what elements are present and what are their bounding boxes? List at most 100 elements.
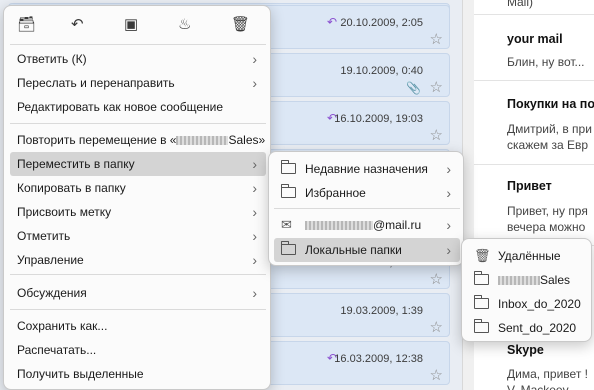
menu-item-label: Присвоить метку bbox=[17, 205, 112, 219]
repeat-move-prefix: Повторить перемещение в « bbox=[17, 133, 177, 147]
context-menu: 🗃 ↶ ▣ ♨ 🗑 Ответить (К) › Переслать и пер… bbox=[3, 5, 271, 390]
submenu-item-account[interactable]: ✉ @mail.ru › bbox=[274, 213, 460, 237]
folder-item-sent[interactable]: Sent_do_2020 bbox=[467, 316, 588, 340]
chevron-right-icon: › bbox=[252, 180, 257, 196]
menu-item-label: Управление bbox=[17, 253, 84, 267]
trash-icon[interactable]: 🗑 bbox=[231, 15, 250, 33]
folder-item-label: Inbox_do_2020 bbox=[498, 297, 581, 311]
folder-icon bbox=[281, 238, 296, 262]
folder-name-suffix: Sales bbox=[540, 273, 571, 287]
move-to-submenu: Недавние назначения › Избранное › ✉ @mai… bbox=[268, 151, 464, 266]
conversation-item[interactable]: Покупки на по Дмитрий, в при скажем за Е… bbox=[474, 81, 594, 165]
menu-item-label: Ответить (К) bbox=[17, 52, 87, 66]
conversation-item[interactable]: Mail) bbox=[474, 0, 594, 15]
menu-item-label: Обсуждения bbox=[17, 286, 87, 300]
menu-item-move-to[interactable]: Переместить в папку › bbox=[10, 152, 266, 176]
repeat-move-suffix: Sales» bbox=[228, 133, 266, 147]
submenu-item-favorites[interactable]: Избранное › bbox=[274, 181, 460, 205]
folder-item-deleted[interactable]: 🗑 Удалённые bbox=[467, 244, 588, 268]
menu-item-get-selected[interactable]: Получить выделенные bbox=[10, 362, 266, 386]
folder-icon bbox=[281, 181, 296, 205]
submenu-item-label: Недавние назначения bbox=[305, 162, 428, 176]
local-folders-submenu: 🗑 Удалённые Sales Inbox_do_2020 Sent_do_… bbox=[461, 238, 592, 342]
menu-item-print[interactable]: Распечатать... bbox=[10, 338, 266, 362]
folder-item-sales[interactable]: Sales bbox=[467, 268, 588, 292]
redacted-text bbox=[305, 221, 373, 231]
menu-item-manage[interactable]: Управление › bbox=[10, 248, 266, 272]
chevron-right-icon: › bbox=[252, 285, 257, 301]
conversation-title: Привет bbox=[507, 179, 552, 193]
archive-box-icon[interactable]: ▣ bbox=[124, 15, 138, 33]
conversation-snippet: Привет, ну пря bbox=[507, 204, 588, 218]
menu-item-forward[interactable]: Переслать и перенаправить › bbox=[10, 71, 266, 95]
attachment-icon: 📎 bbox=[406, 81, 421, 95]
menu-item-tag[interactable]: Присвоить метку › bbox=[10, 200, 266, 224]
conversation-title: Покупки на по bbox=[507, 97, 594, 111]
mail-account-icon: ✉ bbox=[281, 217, 292, 232]
replied-icon: ↶ bbox=[326, 15, 337, 29]
junk-icon[interactable]: ♨ bbox=[178, 15, 191, 33]
conversation-item[interactable]: your mail Блин, ну вот... bbox=[474, 15, 594, 81]
menu-item-label: Повторить перемещение в « Sales» bbox=[17, 128, 265, 152]
star-icon[interactable]: ☆ bbox=[430, 366, 443, 384]
conversation-title: Skype bbox=[507, 343, 544, 357]
chevron-right-icon: › bbox=[252, 228, 257, 244]
menu-item-label: Получить выделенные bbox=[17, 367, 144, 381]
chevron-right-icon: › bbox=[446, 242, 451, 258]
submenu-item-label: @mail.ru bbox=[305, 213, 421, 237]
menu-item-label: Сохранить как... bbox=[17, 319, 108, 333]
star-icon[interactable]: ☆ bbox=[430, 270, 443, 288]
conversation-item[interactable]: Привет Привет, ну пря вечера можно bbox=[474, 165, 594, 246]
message-date: 16.03.2009, 12:38 bbox=[334, 353, 423, 365]
message-date: 20.10.2009, 2:05 bbox=[340, 17, 423, 29]
submenu-item-local-folders[interactable]: Локальные папки › bbox=[274, 238, 460, 262]
star-icon[interactable]: ☆ bbox=[430, 78, 443, 96]
conversation-snippet: вечера можно bbox=[507, 220, 586, 234]
folder-icon bbox=[474, 292, 489, 316]
menu-item-copy-to[interactable]: Копировать в папку › bbox=[10, 176, 266, 200]
menu-item-reply[interactable]: Ответить (К) › bbox=[10, 47, 266, 71]
context-icon-bar: 🗃 ↶ ▣ ♨ 🗑 bbox=[4, 6, 270, 42]
message-date: 19.10.2009, 0:40 bbox=[340, 65, 423, 77]
account-domain: @mail.ru bbox=[373, 218, 422, 232]
reply-icon[interactable]: ↶ bbox=[71, 15, 84, 33]
menu-item-edit-as-new[interactable]: Редактировать как новое сообщение bbox=[10, 95, 266, 119]
menu-separator bbox=[274, 208, 460, 209]
conversation-snippet: Блин, ну вот... bbox=[507, 55, 585, 69]
star-icon[interactable]: ☆ bbox=[430, 318, 443, 336]
menu-item-threads[interactable]: Обсуждения › bbox=[10, 281, 266, 305]
star-icon[interactable]: ☆ bbox=[430, 126, 443, 144]
menu-item-mark[interactable]: Отметить › bbox=[10, 224, 266, 248]
message-date: 19.03.2009, 1:39 bbox=[340, 305, 423, 317]
menu-item-label: Переместить в папку bbox=[17, 157, 135, 171]
conversation-snippet: V. Mackeev bbox=[507, 383, 569, 390]
menu-separator bbox=[10, 274, 266, 275]
trash-icon: 🗑 bbox=[474, 248, 491, 263]
submenu-item-label: Локальные папки bbox=[305, 243, 402, 257]
menu-item-label: Редактировать как новое сообщение bbox=[17, 100, 223, 114]
redacted-text bbox=[176, 136, 229, 146]
folder-item-inbox[interactable]: Inbox_do_2020 bbox=[467, 292, 588, 316]
conversation-snippet: Mail) bbox=[507, 0, 533, 9]
menu-item-label: Отметить bbox=[17, 229, 71, 243]
chevron-right-icon: › bbox=[446, 217, 451, 233]
folder-icon bbox=[281, 157, 296, 181]
menu-item-label: Распечатать... bbox=[17, 343, 97, 357]
conversation-title: your mail bbox=[507, 32, 563, 46]
submenu-item-label: Избранное bbox=[305, 186, 366, 200]
menu-separator bbox=[10, 309, 266, 310]
submenu-item-recent[interactable]: Недавние назначения › bbox=[274, 157, 460, 181]
menu-item-label: Копировать в папку bbox=[17, 181, 126, 195]
archive-icon[interactable]: 🗃 bbox=[17, 15, 36, 33]
menu-separator bbox=[10, 123, 266, 124]
menu-item-repeat-move[interactable]: Повторить перемещение в « Sales» bbox=[10, 128, 266, 152]
redacted-text bbox=[498, 276, 540, 286]
chevron-right-icon: › bbox=[252, 204, 257, 220]
menu-item-save-as[interactable]: Сохранить как... bbox=[10, 314, 266, 338]
star-icon[interactable]: ☆ bbox=[430, 30, 443, 48]
chevron-right-icon: › bbox=[446, 185, 451, 201]
chevron-right-icon: › bbox=[252, 51, 257, 67]
chevron-right-icon: › bbox=[252, 252, 257, 268]
chevron-right-icon: › bbox=[446, 161, 451, 177]
menu-separator bbox=[10, 44, 266, 45]
